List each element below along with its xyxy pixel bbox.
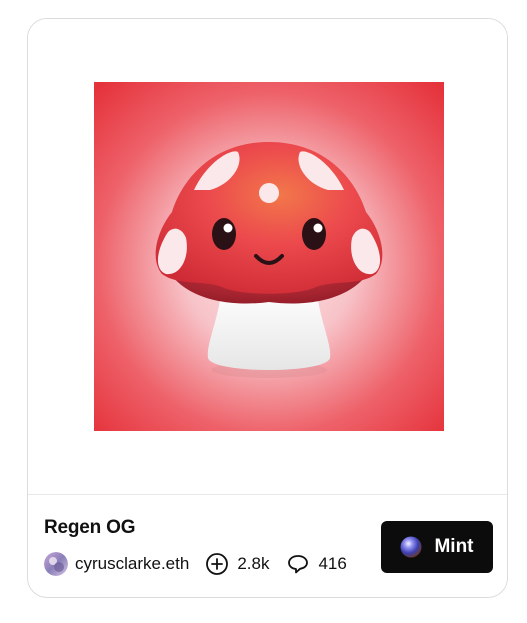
avatar-icon[interactable] bbox=[44, 552, 68, 576]
mushroom-artwork[interactable] bbox=[94, 82, 444, 431]
creator-name[interactable]: cyrusclarke.eth bbox=[75, 554, 189, 574]
mint-button[interactable]: Mint bbox=[381, 521, 493, 573]
mint-label: Mint bbox=[434, 536, 474, 557]
orb-icon bbox=[400, 536, 422, 558]
artwork-area bbox=[28, 19, 507, 494]
token-title[interactable]: Regen OG bbox=[44, 517, 136, 539]
comment-icon[interactable] bbox=[286, 552, 310, 576]
collect-count: 2.8k bbox=[237, 554, 270, 573]
nft-card: Regen OG cyrusclarke.eth 2.8k 416 Mint bbox=[27, 18, 508, 598]
plus-circle-icon[interactable] bbox=[205, 552, 229, 576]
comment-count: 416 bbox=[318, 554, 347, 573]
token-meta: cyrusclarke.eth 2.8k 416 bbox=[44, 550, 347, 578]
card-footer: Regen OG cyrusclarke.eth 2.8k 416 Mint bbox=[28, 495, 507, 597]
